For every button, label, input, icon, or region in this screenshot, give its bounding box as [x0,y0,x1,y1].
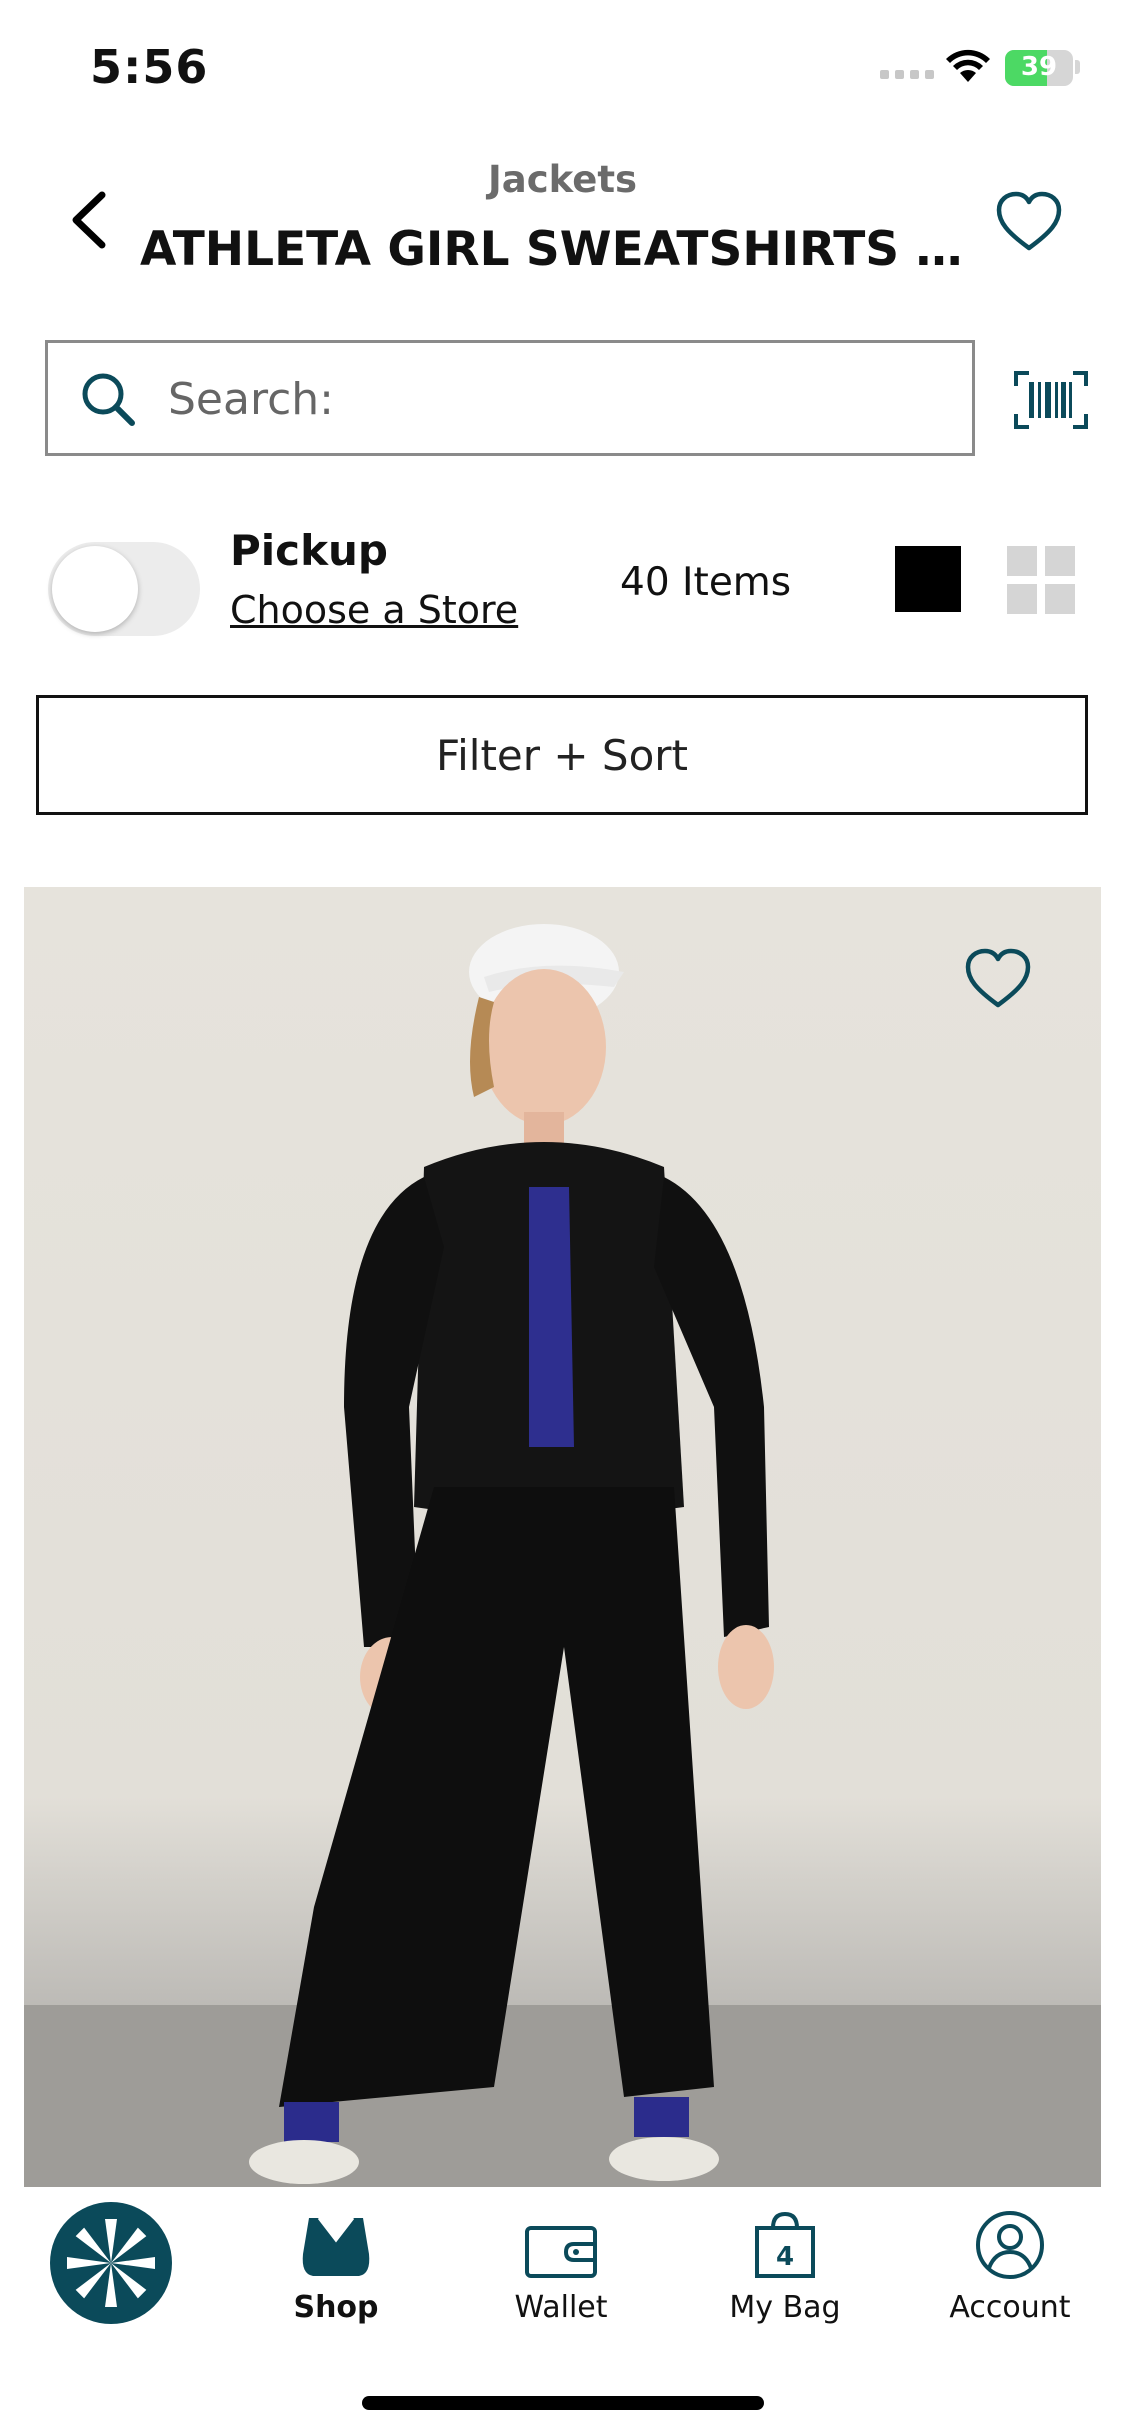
search-input[interactable] [166,363,930,435]
favorite-heart-icon[interactable] [995,190,1063,254]
status-time: 5:56 [90,40,209,94]
battery-level: 39 [1020,52,1058,82]
category-label: Jackets [487,158,638,201]
tab-account[interactable]: Account [920,2208,1100,2325]
tab-shop-label: Shop [293,2290,379,2325]
product-image[interactable] [24,887,1101,2187]
items-count: 40 Items [620,560,792,605]
account-icon [976,2211,1044,2279]
single-column-view-icon[interactable] [895,546,961,612]
battery-tip [1075,60,1080,74]
sports-bra-icon [302,2217,370,2276]
athleta-logo-icon[interactable] [50,2202,172,2324]
pickup-toggle[interactable] [48,542,200,636]
choose-store-link[interactable]: Choose a Store [230,588,518,632]
signal-icon [880,70,934,79]
home-indicator[interactable] [362,2396,764,2410]
battery-icon: 39 [1005,50,1073,86]
model-illustration [249,924,774,2184]
tab-wallet[interactable]: Wallet [471,2208,651,2325]
barcode-scanner-icon[interactable] [1013,370,1089,430]
tab-account-label: Account [949,2290,1071,2325]
page-title: ATHLETA GIRL SWEATSHIRTS & JACKETS [140,222,985,277]
pickup-label: Pickup [230,526,388,575]
tab-shop[interactable]: Shop [246,2208,426,2325]
search-icon [82,373,135,426]
search-bar[interactable] [45,340,975,456]
tab-wallet-label: Wallet [514,2290,608,2325]
tab-my-bag-label: My Bag [729,2290,841,2325]
filter-sort-button[interactable]: Filter + Sort [36,695,1088,815]
wifi-icon [946,49,990,82]
bag-count-badge: 4 [775,2242,795,2272]
wallet-icon [525,2226,597,2278]
tab-my-bag[interactable]: 4 My Bag [695,2208,875,2325]
grid-view-icon[interactable] [1007,546,1075,614]
product-favorite-heart-icon[interactable] [964,947,1032,1011]
